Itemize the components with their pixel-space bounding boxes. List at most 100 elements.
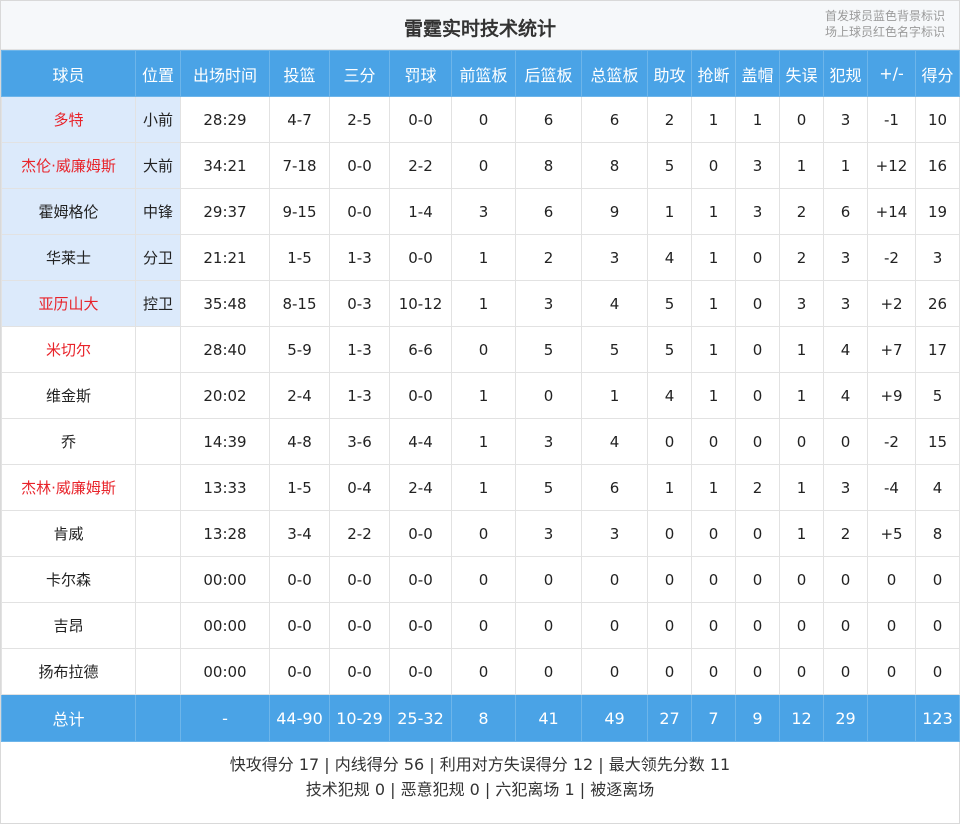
player-name: 亚历山大 [1,280,136,327]
stat-cell-fg: 4-7 [269,96,330,143]
stat-cell-pts: 10 [915,96,960,143]
table-row: 华莱士 分卫 21:21 1-5 1-3 0-0 1 2 3 4 1 0 2 3 -2 3 [1,234,960,281]
table-row: 多特 小前 28:29 4-7 2-5 0-0 0 6 6 2 1 1 0 3 -1 10 [1,96,960,143]
stat-cell-oreb: 0 [451,556,516,603]
stat-cell-stl: 0 [691,510,736,557]
stat-cell-tp: 0-3 [329,280,390,327]
stat-cell-pm: -2 [867,234,916,281]
stat-cell-tov: 1 [779,326,824,373]
stat-cell-tp: 1-3 [329,234,390,281]
total-cell-reb: 49 [581,694,648,742]
stat-cell-reb: 9 [581,188,648,235]
total-cell-dreb: 41 [515,694,582,742]
stat-cell-tp: 0-0 [329,188,390,235]
player-position: 控卫 [135,280,181,327]
total-cell-oreb: 8 [451,694,516,742]
stat-cell-stl: 0 [691,142,736,189]
stat-cell-pm: -4 [867,464,916,511]
column-header-fg: 投篮 [269,50,330,97]
stat-cell-oreb: 0 [451,602,516,649]
total-cell-pos [135,694,181,742]
stat-cell-tp: 0-0 [329,648,390,695]
stat-cell-oreb: 0 [451,648,516,695]
column-header-min: 出场时间 [180,50,270,97]
stat-cell-tov: 0 [779,96,824,143]
stat-cell-pts: 17 [915,326,960,373]
stat-cell-ast: 1 [647,464,692,511]
total-cell-pm [867,694,916,742]
stat-cell-pm: 0 [867,648,916,695]
player-name: 多特 [1,96,136,143]
stat-cell-dreb: 5 [515,464,582,511]
stat-cell-dreb: 3 [515,280,582,327]
table-header-row: 球员 位置 出场时间 投篮 三分 罚球 前篮板 后篮板 总篮板 助攻 抢断 盖帽 失误 犯规 +/- 得分 [1,50,960,97]
player-name: 吉昂 [1,602,136,649]
stat-cell-pm: +14 [867,188,916,235]
stat-cell-ast: 1 [647,188,692,235]
stat-cell-fg: 4-8 [269,418,330,465]
total-cell-ft: 25-32 [389,694,452,742]
player-position [135,418,181,465]
stat-cell-pm: -2 [867,418,916,465]
stat-cell-fg: 0-0 [269,602,330,649]
stat-cell-pm: +7 [867,326,916,373]
stat-cell-oreb: 0 [451,142,516,189]
stat-cell-reb: 3 [581,234,648,281]
stat-cell-stl: 0 [691,418,736,465]
player-name: 华莱士 [1,234,136,281]
stat-cell-ft: 2-4 [389,464,452,511]
stat-cell-tov: 2 [779,234,824,281]
stat-cell-stl: 1 [691,326,736,373]
stat-cell-ft: 6-6 [389,326,452,373]
stat-cell-min: 13:28 [180,510,270,557]
stat-cell-stl: 1 [691,464,736,511]
stat-cell-fg: 5-9 [269,326,330,373]
stat-cell-fg: 3-4 [269,510,330,557]
legend-oncourt-note: 场上球员红色名字标识 [824,25,945,39]
column-header-ft: 罚球 [389,50,452,97]
column-header-blk: 盖帽 [735,50,780,97]
stat-cell-tov: 0 [779,602,824,649]
stat-cell-tov: 0 [779,556,824,603]
stat-cell-tp: 2-2 [329,510,390,557]
stat-cell-ast: 5 [647,326,692,373]
stat-cell-min: 00:00 [180,602,270,649]
stat-cell-tp: 2-5 [329,96,390,143]
table-row: 卡尔森 00:00 0-0 0-0 0-0 0 0 0 0 0 0 0 0 0 0 [1,556,960,603]
stat-cell-min: 14:39 [180,418,270,465]
stat-cell-reb: 6 [581,464,648,511]
stat-cell-blk: 3 [735,142,780,189]
player-name: 杰伦·威廉姆斯 [1,142,136,189]
panel-header: 雷霆实时技术统计 首发球员蓝色背景标识 场上球员红色名字标识 [1,1,959,50]
stat-cell-tov: 1 [779,510,824,557]
table-row: 米切尔 28:40 5-9 1-3 6-6 0 5 5 5 1 0 1 4 +7 17 [1,326,960,373]
stat-cell-ast: 4 [647,234,692,281]
total-cell-ast: 27 [647,694,692,742]
stat-cell-tov: 1 [779,464,824,511]
player-position: 大前 [135,142,181,189]
stat-cell-ast: 5 [647,280,692,327]
stat-cell-stl: 1 [691,96,736,143]
stat-cell-pm: +5 [867,510,916,557]
stat-cell-fg: 1-5 [269,234,330,281]
player-position [135,464,181,511]
stat-cell-ft: 0-0 [389,96,452,143]
stat-cell-ast: 0 [647,648,692,695]
stat-cell-pf: 0 [823,602,868,649]
stat-cell-ft: 10-12 [389,280,452,327]
total-cell-tp: 10-29 [329,694,390,742]
stat-cell-pf: 6 [823,188,868,235]
stat-cell-stl: 1 [691,372,736,419]
stat-cell-oreb: 1 [451,418,516,465]
player-position: 中锋 [135,188,181,235]
stat-cell-tov: 1 [779,142,824,189]
player-name: 维金斯 [1,372,136,419]
stat-cell-stl: 1 [691,280,736,327]
stat-cell-reb: 4 [581,418,648,465]
player-position [135,602,181,649]
stat-cell-min: 35:48 [180,280,270,327]
stat-cell-min: 00:00 [180,556,270,603]
stats-panel: 雷霆实时技术统计 首发球员蓝色背景标识 场上球员红色名字标识 球员 位置 出场时间投… [0,0,960,824]
player-position [135,510,181,557]
column-header-pos: 位置 [135,50,181,97]
